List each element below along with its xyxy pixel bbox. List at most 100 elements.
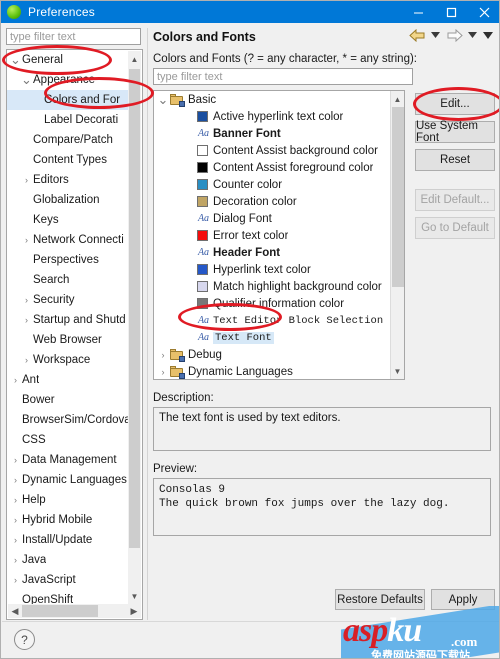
use-system-font-button[interactable]: Use System Font: [415, 120, 495, 144]
sidebar-item-data-management[interactable]: › Data Management: [7, 450, 130, 470]
chevron-right-icon[interactable]: ›: [9, 530, 22, 550]
fonts-tree-item-counter-color[interactable]: Counter color: [154, 176, 390, 193]
chevron-right-icon[interactable]: ›: [20, 170, 33, 190]
fonts-tree-item-error-text-color[interactable]: Error text color: [154, 227, 390, 244]
fonts-scroll-up-icon[interactable]: ▲: [391, 91, 404, 107]
sidebar-item-editors[interactable]: › Editors: [7, 170, 130, 190]
chevron-right-icon[interactable]: ›: [9, 550, 22, 570]
sidebar-item-workspace[interactable]: › Workspace: [7, 350, 130, 370]
fonts-tree-item-hyperlink-text-color[interactable]: Hyperlink text color: [154, 261, 390, 278]
fonts-tree-vertical-scrollbar[interactable]: ▲ ▼: [390, 91, 404, 379]
chevron-right-icon[interactable]: ›: [9, 450, 22, 470]
left-tree-horizontal-scrollbar[interactable]: ◀ ▶: [8, 604, 141, 618]
chevron-right-icon[interactable]: ›: [9, 570, 22, 590]
edit-default-button[interactable]: Edit Default...: [415, 189, 495, 211]
panel-divider[interactable]: [147, 28, 148, 620]
fonts-tree-item-text-editor-block-selection-font[interactable]: AaText Editor Block Selection Font: [154, 312, 390, 329]
maximize-button[interactable]: [435, 1, 468, 23]
color-swatch-icon: [197, 298, 208, 309]
minimize-button[interactable]: [402, 1, 435, 23]
sidebar-item-general[interactable]: ⌄ General: [7, 50, 130, 70]
left-scroll-up-icon[interactable]: ▲: [128, 51, 141, 68]
chevron-right-icon[interactable]: ›: [20, 310, 33, 330]
left-scroll-down-icon[interactable]: ▼: [128, 588, 141, 605]
fonts-tree-item-match-highlight-background-color[interactable]: Match highlight background color: [154, 278, 390, 295]
sidebar-item-install-update[interactable]: › Install/Update: [7, 530, 130, 550]
font-aa-icon: Aa: [197, 247, 210, 258]
sidebar-item-browsersim-cordova[interactable]: BrowserSim/Cordova: [7, 410, 130, 430]
color-swatch-icon: [197, 230, 208, 241]
preferences-tree-items: ⌄ General ⌄ Appearance Colors and For Label D…: [7, 50, 130, 606]
sidebar-item-label-decorati[interactable]: Label Decorati: [7, 110, 130, 130]
close-button[interactable]: [468, 1, 499, 23]
sidebar-item-dynamic-languages[interactable]: › Dynamic Languages: [7, 470, 130, 490]
fonts-tree-item-text-font[interactable]: Aa Text Font: [154, 329, 390, 346]
chevron-down-icon[interactable]: ⌄: [156, 93, 170, 106]
fonts-tree-item-qualifier-information-color[interactable]: Qualifier information color: [154, 295, 390, 312]
fonts-tree-item-basic[interactable]: ⌄ Basic: [154, 91, 390, 108]
watermark-band: [341, 606, 499, 658]
chevron-right-icon[interactable]: ›: [9, 370, 22, 390]
sidebar-item-bower[interactable]: Bower: [7, 390, 130, 410]
sidebar-item-javascript[interactable]: › JavaScript: [7, 570, 130, 590]
sidebar-item-security[interactable]: › Security: [7, 290, 130, 310]
restore-defaults-button[interactable]: Restore Defaults: [335, 589, 425, 610]
fonts-tree-item-content-assist-background-color[interactable]: Content Assist background color: [154, 142, 390, 159]
left-scroll-right-icon[interactable]: ▶: [127, 604, 141, 618]
sidebar-item-ant[interactable]: › Ant: [7, 370, 130, 390]
sidebar-item-hybrid-mobile[interactable]: › Hybrid Mobile: [7, 510, 130, 530]
fonts-scroll-thumb[interactable]: [392, 107, 404, 287]
colors-and-fonts-tree[interactable]: ⌄ Basic Active hyperlink text color Aa Banne…: [153, 90, 405, 380]
sidebar-item-label: Label Decorati: [44, 114, 119, 126]
chevron-right-icon[interactable]: ›: [9, 490, 22, 510]
fonts-tree-item-dynamic-languages[interactable]: › Dynamic Languages: [154, 363, 390, 379]
chevron-right-icon[interactable]: ›: [20, 290, 33, 310]
fonts-tree-item-decoration-color[interactable]: Decoration color: [154, 193, 390, 210]
chevron-right-icon[interactable]: ›: [20, 350, 33, 370]
left-tree-vertical-scrollbar[interactable]: ▲ ▼: [128, 51, 141, 605]
chevron-right-icon[interactable]: ›: [156, 367, 170, 377]
chevron-down-icon[interactable]: ⌄: [9, 53, 22, 66]
left-scroll-left-icon[interactable]: ◀: [8, 604, 22, 618]
edit-button[interactable]: Edit...: [415, 93, 495, 115]
fonts-tree-item-debug[interactable]: › Debug: [154, 346, 390, 363]
sidebar-item-help[interactable]: › Help: [7, 490, 130, 510]
go-to-default-button[interactable]: Go to Default: [415, 217, 495, 239]
color-swatch-icon: [197, 196, 208, 207]
fonts-tree-item-dialog-font[interactable]: Aa Dialog Font: [154, 210, 390, 227]
chevron-right-icon[interactable]: ›: [20, 230, 33, 250]
left-hscroll-thumb[interactable]: [22, 605, 98, 617]
fonts-tree-item-banner-font[interactable]: Aa Banner Font: [154, 125, 390, 142]
chevron-right-icon[interactable]: ›: [9, 470, 22, 490]
fonts-tree-item-active-hyperlink-text-color[interactable]: Active hyperlink text color: [154, 108, 390, 125]
sidebar-item-colors-and-for[interactable]: Colors and For: [7, 90, 130, 110]
fonts-tree-item-label: Header Font: [213, 246, 281, 259]
sidebar-item-appearance[interactable]: ⌄ Appearance: [7, 70, 130, 90]
sidebar-item-keys[interactable]: Keys: [7, 210, 130, 230]
preferences-tree[interactable]: ⌄ General ⌄ Appearance Colors and For Label D…: [6, 49, 143, 620]
apply-button[interactable]: Apply: [431, 589, 495, 610]
sidebar-item-label: Appearance: [33, 74, 96, 86]
sidebar-item-content-types[interactable]: Content Types: [7, 150, 130, 170]
left-filter-input[interactable]: type filter text: [6, 28, 141, 45]
left-scroll-thumb[interactable]: [129, 69, 140, 548]
sidebar-item-compare-patch[interactable]: Compare/Patch: [7, 130, 130, 150]
fonts-tree-item-header-font[interactable]: Aa Header Font: [154, 244, 390, 261]
fonts-filter-input[interactable]: type filter text: [153, 68, 413, 85]
sidebar-item-search[interactable]: Search: [7, 270, 130, 290]
chevron-right-icon[interactable]: ›: [9, 510, 22, 530]
sidebar-item-label: Colors and For: [44, 94, 121, 106]
reset-button[interactable]: Reset: [415, 149, 495, 171]
chevron-down-icon[interactable]: ⌄: [20, 73, 33, 86]
sidebar-item-globalization[interactable]: Globalization: [7, 190, 130, 210]
sidebar-item-startup-and-shutd[interactable]: › Startup and Shutd: [7, 310, 130, 330]
sidebar-item-css[interactable]: CSS: [7, 430, 130, 450]
help-question-icon[interactable]: ?: [14, 629, 35, 650]
sidebar-item-network-connecti[interactable]: › Network Connecti: [7, 230, 130, 250]
sidebar-item-web-browser[interactable]: Web Browser: [7, 330, 130, 350]
fonts-tree-item-content-assist-foreground-color[interactable]: Content Assist foreground color: [154, 159, 390, 176]
sidebar-item-perspectives[interactable]: Perspectives: [7, 250, 130, 270]
fonts-scroll-down-icon[interactable]: ▼: [391, 363, 404, 379]
chevron-right-icon[interactable]: ›: [156, 350, 170, 360]
sidebar-item-java[interactable]: › Java: [7, 550, 130, 570]
